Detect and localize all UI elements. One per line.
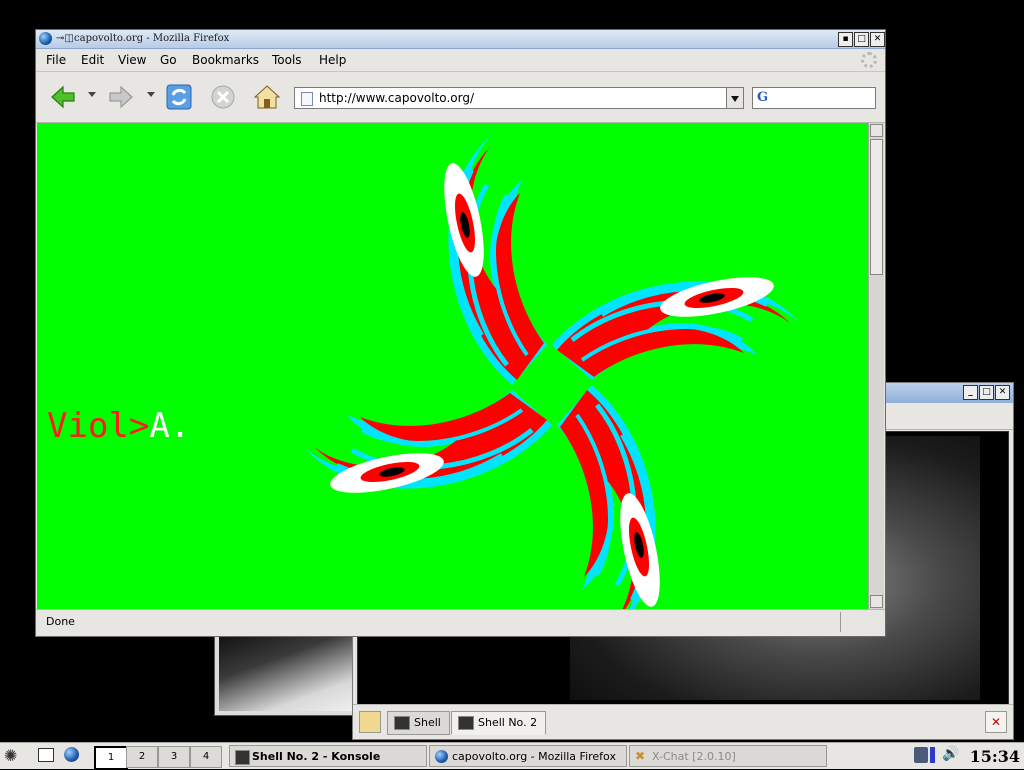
- firefox-titlebar[interactable]: ⊸◫ capovolto.org - Mozilla Firefox ▪ □ ✕: [36, 30, 885, 49]
- page-logo-text: Viol>A.: [47, 406, 190, 446]
- scroll-down-arrow[interactable]: [870, 595, 883, 608]
- kde-menu-icon[interactable]: ✺: [4, 746, 17, 765]
- menu-file[interactable]: File: [46, 53, 66, 67]
- tab-shell[interactable]: Shell: [387, 711, 450, 735]
- volume-icon[interactable]: 🔊: [942, 746, 959, 762]
- desktop-2[interactable]: 2: [126, 746, 158, 768]
- firefox-window[interactable]: ⊸◫ capovolto.org - Mozilla Firefox ▪ □ ✕…: [35, 29, 886, 637]
- page-icon: [301, 92, 313, 106]
- task-konsole[interactable]: Shell No. 2 - Konsole: [229, 745, 427, 767]
- reload-icon[interactable]: [164, 82, 194, 112]
- scroll-thumb[interactable]: [870, 139, 883, 275]
- terminal-icon: [458, 716, 474, 730]
- terminal-icon: [235, 750, 250, 765]
- xchat-icon: ✖: [635, 749, 646, 763]
- navigation-toolbar: G: [36, 72, 885, 123]
- close-button[interactable]: ✕: [995, 385, 1010, 400]
- firefox-icon: [435, 750, 448, 763]
- clock[interactable]: 15:34: [970, 747, 1020, 766]
- status-text: Done: [46, 615, 75, 628]
- swirl-artwork: [37, 123, 868, 609]
- status-separator: [840, 612, 841, 632]
- tab-shell-no-2[interactable]: Shell No. 2: [451, 711, 547, 735]
- desktop-4[interactable]: 4: [190, 746, 222, 768]
- page-content[interactable]: Viol>A.: [37, 123, 868, 609]
- home-icon[interactable]: [252, 82, 282, 112]
- url-bar[interactable]: [294, 87, 744, 109]
- url-dropdown-button[interactable]: [726, 87, 744, 109]
- stop-icon[interactable]: [208, 82, 238, 112]
- minimize-button[interactable]: _: [963, 385, 978, 400]
- back-icon[interactable]: [48, 82, 78, 112]
- statusbar: Done: [36, 609, 885, 635]
- close-button[interactable]: ✕: [870, 32, 885, 47]
- scroll-up-arrow[interactable]: [870, 124, 883, 137]
- close-session-icon[interactable]: ✕: [985, 711, 1007, 733]
- new-session-icon[interactable]: [359, 711, 381, 733]
- image-viewer-window[interactable]: [214, 630, 360, 716]
- battery-icon: [930, 747, 935, 763]
- task-xchat[interactable]: ✖ X-Chat [2.0.10]: [629, 745, 827, 767]
- forward-icon[interactable]: [106, 82, 136, 112]
- show-desktop-icon[interactable]: [38, 748, 54, 762]
- terminal-icon: [394, 716, 410, 730]
- window-title: capovolto.org - Mozilla Firefox: [74, 33, 230, 44]
- menu-go[interactable]: Go: [160, 53, 177, 67]
- back-dropdown-icon[interactable]: [88, 92, 96, 97]
- maximize-button[interactable]: □: [854, 32, 869, 47]
- logo-text-red: Viol>: [47, 406, 150, 446]
- throbber-icon: [861, 52, 877, 68]
- menubar: File Edit View Go Bookmarks Tools Help: [36, 49, 885, 72]
- desktop-1[interactable]: 1: [94, 746, 128, 770]
- minimize-button[interactable]: ▪: [838, 32, 853, 47]
- pin-icon[interactable]: ⊸◫: [56, 33, 74, 44]
- maximize-button[interactable]: □: [979, 385, 994, 400]
- taskbar: ✺ 1 2 3 4 Shell No. 2 - Konsole capovolt…: [0, 742, 1024, 770]
- konsole-tabbar: Shell Shell No. 2 ✕: [353, 704, 1013, 739]
- firefox-launcher-icon[interactable]: [64, 747, 79, 762]
- search-input[interactable]: [777, 89, 872, 107]
- url-input[interactable]: [319, 89, 719, 107]
- menu-view[interactable]: View: [118, 53, 146, 67]
- google-icon[interactable]: G: [757, 90, 768, 105]
- search-bar[interactable]: G: [752, 87, 876, 109]
- menu-edit[interactable]: Edit: [81, 53, 104, 67]
- task-firefox[interactable]: capovolto.org - Mozilla Firefox: [429, 745, 627, 767]
- desktop-3[interactable]: 3: [158, 746, 190, 768]
- firefox-icon: [39, 32, 52, 45]
- vertical-scrollbar[interactable]: [868, 123, 884, 609]
- menu-bookmarks[interactable]: Bookmarks: [192, 53, 259, 67]
- menu-help[interactable]: Help: [319, 53, 346, 67]
- menu-tools[interactable]: Tools: [272, 53, 302, 67]
- forward-dropdown-icon[interactable]: [147, 92, 155, 97]
- photo-image: [219, 635, 355, 711]
- logo-text-white: A.: [149, 406, 191, 446]
- network-icon[interactable]: [914, 747, 928, 763]
